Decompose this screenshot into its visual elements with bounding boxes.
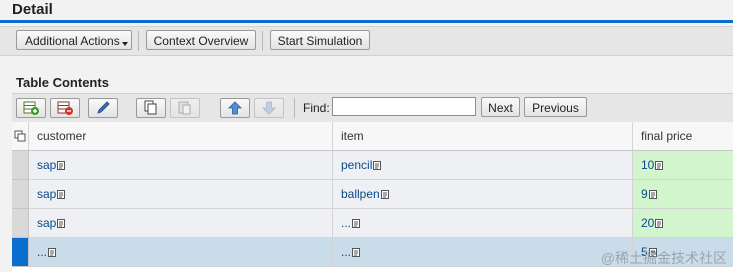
note-icon[interactable]: [648, 190, 658, 200]
move-down-button[interactable]: [254, 98, 284, 118]
cell-item-value[interactable]: ...: [341, 216, 351, 230]
note-icon[interactable]: [57, 190, 66, 200]
dropdown-arrow-icon: [122, 42, 128, 46]
edit-button[interactable]: [88, 98, 118, 118]
cell-customer-value[interactable]: sap: [37, 216, 56, 230]
cell-item[interactable]: ballpen: [333, 180, 633, 209]
cell-final-price[interactable]: 10: [633, 151, 733, 180]
edit-icon: [97, 101, 110, 114]
column-header-item[interactable]: item: [333, 122, 633, 150]
note-icon[interactable]: [373, 161, 382, 171]
cell-final-price[interactable]: 9: [633, 180, 733, 209]
note-icon[interactable]: [352, 248, 361, 258]
copy-button[interactable]: [136, 98, 166, 118]
table-contents-title: Table Contents: [16, 75, 109, 90]
toolbar-separator: [262, 31, 263, 51]
note-icon[interactable]: [48, 248, 57, 258]
cell-item[interactable]: ...: [333, 238, 633, 267]
toolbar-separator: [294, 98, 295, 118]
next-button[interactable]: Next: [481, 97, 520, 117]
insert-row-icon: [23, 101, 39, 115]
cell-item-value[interactable]: ballpen: [341, 187, 380, 201]
note-icon[interactable]: [380, 190, 390, 200]
additional-actions-button[interactable]: Additional Actions: [16, 30, 132, 50]
page-title: Detail: [12, 1, 53, 18]
cell-customer-value[interactable]: sap: [37, 158, 56, 172]
copy-icon: [144, 100, 157, 115]
find-label: Find:: [303, 101, 330, 115]
note-icon[interactable]: [655, 219, 664, 229]
cell-final-price[interactable]: 20: [633, 209, 733, 238]
cell-item-value[interactable]: ...: [341, 245, 351, 259]
cell-customer[interactable]: ...: [29, 238, 333, 267]
cell-item-value[interactable]: pencil: [341, 158, 372, 172]
watermark: @稀土掘金技术社区: [600, 250, 727, 266]
row-selector[interactable]: [12, 151, 29, 180]
cell-customer-value[interactable]: sap: [37, 187, 56, 201]
note-icon[interactable]: [655, 161, 664, 171]
row-selector-selected[interactable]: [12, 238, 29, 267]
note-icon[interactable]: [57, 161, 66, 171]
paste-button[interactable]: [170, 98, 200, 118]
previous-button[interactable]: Previous: [524, 97, 587, 117]
move-up-icon: [228, 101, 242, 115]
delete-row-button[interactable]: [50, 98, 80, 118]
column-header-customer[interactable]: customer: [29, 122, 333, 150]
row-selector[interactable]: [12, 209, 29, 238]
find-input[interactable]: [332, 97, 476, 116]
page-header: Detail: [0, 0, 733, 23]
paste-icon: [178, 101, 191, 115]
table-row[interactable]: sap pencil 10: [12, 151, 733, 180]
column-header-final-price[interactable]: final price: [633, 122, 733, 150]
delete-row-icon: [57, 101, 73, 115]
insert-row-button[interactable]: [16, 98, 46, 118]
row-selector[interactable]: [12, 180, 29, 209]
cell-customer[interactable]: sap: [29, 151, 333, 180]
cell-final-price-value[interactable]: 20: [641, 216, 654, 230]
main-toolbar: Additional Actions Context Overview Star…: [0, 26, 733, 56]
note-icon[interactable]: [352, 219, 361, 229]
additional-actions-label: Additional Actions: [25, 34, 120, 48]
note-icon[interactable]: [57, 219, 66, 229]
cell-customer-value[interactable]: ...: [37, 245, 47, 259]
select-all-button[interactable]: [12, 122, 29, 150]
cell-final-price-value[interactable]: 9: [641, 187, 648, 201]
cell-customer[interactable]: sap: [29, 209, 333, 238]
move-down-icon: [262, 101, 276, 115]
cell-customer[interactable]: sap: [29, 180, 333, 209]
table-row[interactable]: sap ballpen 9: [12, 180, 733, 209]
cell-item[interactable]: ...: [333, 209, 633, 238]
table-row[interactable]: sap ... 20: [12, 209, 733, 238]
table-toolbar: Find: Next Previous: [12, 93, 733, 123]
cell-item[interactable]: pencil: [333, 151, 633, 180]
title-underline: [0, 20, 733, 23]
select-all-icon: [14, 130, 26, 142]
toolbar-separator: [138, 31, 139, 51]
table-header-row: customer item final price: [12, 122, 733, 151]
context-overview-button[interactable]: Context Overview: [146, 30, 256, 50]
start-simulation-button[interactable]: Start Simulation: [270, 30, 370, 50]
move-up-button[interactable]: [220, 98, 250, 118]
cell-final-price-value[interactable]: 10: [641, 158, 654, 172]
